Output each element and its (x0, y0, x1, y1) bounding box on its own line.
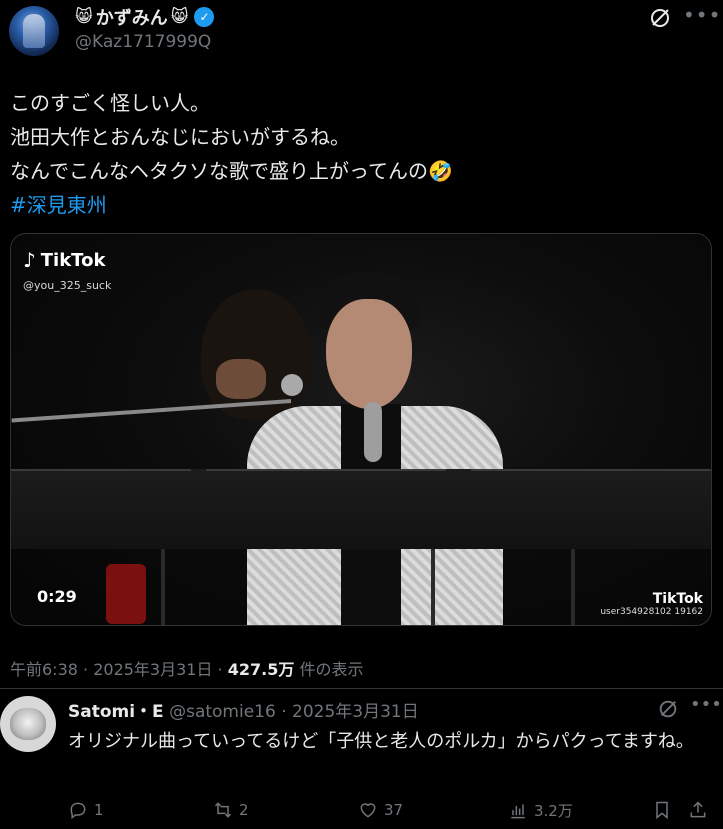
post-text-line: このすごく怪しい人。 (10, 91, 210, 115)
tiktok-corner-user: user354928102 19162 (600, 607, 703, 617)
repost-count: 2 (239, 801, 249, 819)
reply-header: Satomi・E @satomie16 · 2025年3月31日 (68, 697, 419, 722)
meta-separator: · (77, 660, 94, 679)
red-seat (106, 564, 146, 624)
like-icon (360, 803, 376, 818)
music-stand-leg (431, 549, 435, 625)
bookmark-icon (656, 801, 668, 820)
reply-action-bar: 1 2 37 3.2万 (68, 800, 708, 824)
view-count-label: 件の表示 (294, 660, 364, 679)
share-icon (690, 801, 706, 818)
meta-separator: · (275, 702, 293, 722)
post-date[interactable]: 2025年3月31日 (93, 660, 212, 679)
author-display-name[interactable]: かずみん (96, 4, 168, 30)
tiktok-logo-icon: ♪ (23, 248, 36, 272)
more-icon[interactable]: ••• (690, 696, 722, 714)
singer-face (326, 299, 412, 409)
repost-icon (214, 802, 232, 818)
hashtag-link[interactable]: #深見東州 (10, 188, 453, 222)
center-mic (364, 402, 382, 462)
reply-avatar[interactable] (0, 696, 56, 752)
post-meta: 午前6:38 · 2025年3月31日 · 427.5万 件の表示 (10, 656, 363, 680)
post-time[interactable]: 午前6:38 (10, 660, 78, 679)
tiktok-brand-text: TikTok (40, 249, 106, 271)
reply-text: オリジナル曲っていってるけど「子供と老人のポルカ」からパクってますね。 (68, 731, 694, 752)
tiktok-watermark: ♪ TikTok (23, 248, 105, 272)
author-name-row[interactable]: 😸 かずみん 😸 ✓ (75, 4, 215, 30)
reply-author-name[interactable]: Satomi・E (68, 702, 164, 722)
mic-head (281, 374, 303, 396)
tiktok-corner-brand: TikTok (652, 591, 703, 607)
video-duration: 0:29 (37, 587, 77, 606)
post-text: このすごく怪しい人。 池田大作とおんなじにおいがするね。 なんでこんなヘタクソな… (10, 86, 453, 222)
reply-date[interactable]: 2025年3月31日 (292, 702, 419, 722)
reply-button[interactable]: 1 (68, 800, 104, 820)
cat-emoji-right: 😸 (170, 7, 189, 27)
post-text-line: 池田大作とおんなじにおいがするね。 (10, 125, 350, 149)
author-avatar[interactable] (9, 6, 59, 56)
grok-icon[interactable] (648, 6, 672, 30)
tiktok-username: @you_325_suck (23, 279, 112, 292)
music-stands (11, 469, 711, 549)
views-icon (511, 803, 525, 818)
reply-count: 1 (94, 801, 104, 819)
views-button[interactable]: 3.2万 (508, 800, 573, 821)
verified-badge-icon: ✓ (194, 7, 215, 27)
reply-author-handle[interactable]: @satomie16 (169, 702, 276, 722)
author-handle[interactable]: @Kaz1717999Q (75, 32, 211, 52)
background-performer (201, 289, 311, 419)
video-player[interactable]: ♪ TikTok @you_325_suck 0:29 TikTok user3… (10, 233, 712, 626)
background-performer-face (216, 359, 266, 399)
tiktok-corner-watermark: TikTok user354928102 19162 (600, 591, 703, 617)
repost-button[interactable]: 2 (213, 800, 249, 820)
meta-separator: · (212, 660, 228, 679)
grok-icon[interactable] (657, 698, 679, 720)
cat-emoji-left: 😸 (75, 7, 93, 27)
music-stand-edge (11, 469, 191, 471)
music-stand-leg (571, 549, 575, 625)
music-stand-edge (206, 469, 446, 471)
views-count: 3.2万 (534, 802, 573, 820)
post-text-line: なんでこんなヘタクソな歌で盛り上がってんの🤣 (10, 159, 453, 183)
music-stand-leg (161, 549, 165, 625)
music-stand-edge (471, 469, 711, 471)
view-count[interactable]: 427.5万 (228, 660, 295, 679)
reply-icon (70, 802, 86, 819)
divider (0, 688, 723, 689)
bookmark-button[interactable] (652, 800, 672, 820)
like-count: 37 (384, 801, 404, 819)
share-button[interactable] (688, 800, 708, 820)
more-icon[interactable]: ••• (683, 5, 720, 30)
like-button[interactable]: 37 (358, 800, 403, 820)
